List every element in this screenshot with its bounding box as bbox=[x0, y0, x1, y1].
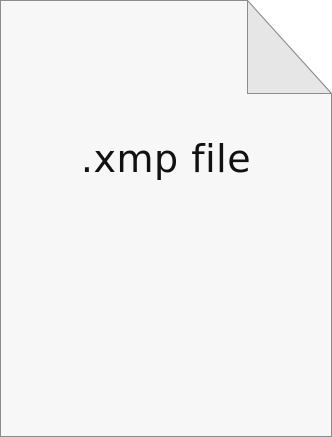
file-icon[interactable]: .xmp file bbox=[0, 0, 332, 437]
document-icon bbox=[0, 0, 332, 437]
file-label: .xmp file bbox=[80, 137, 252, 181]
folded-corner bbox=[247, 0, 332, 94]
